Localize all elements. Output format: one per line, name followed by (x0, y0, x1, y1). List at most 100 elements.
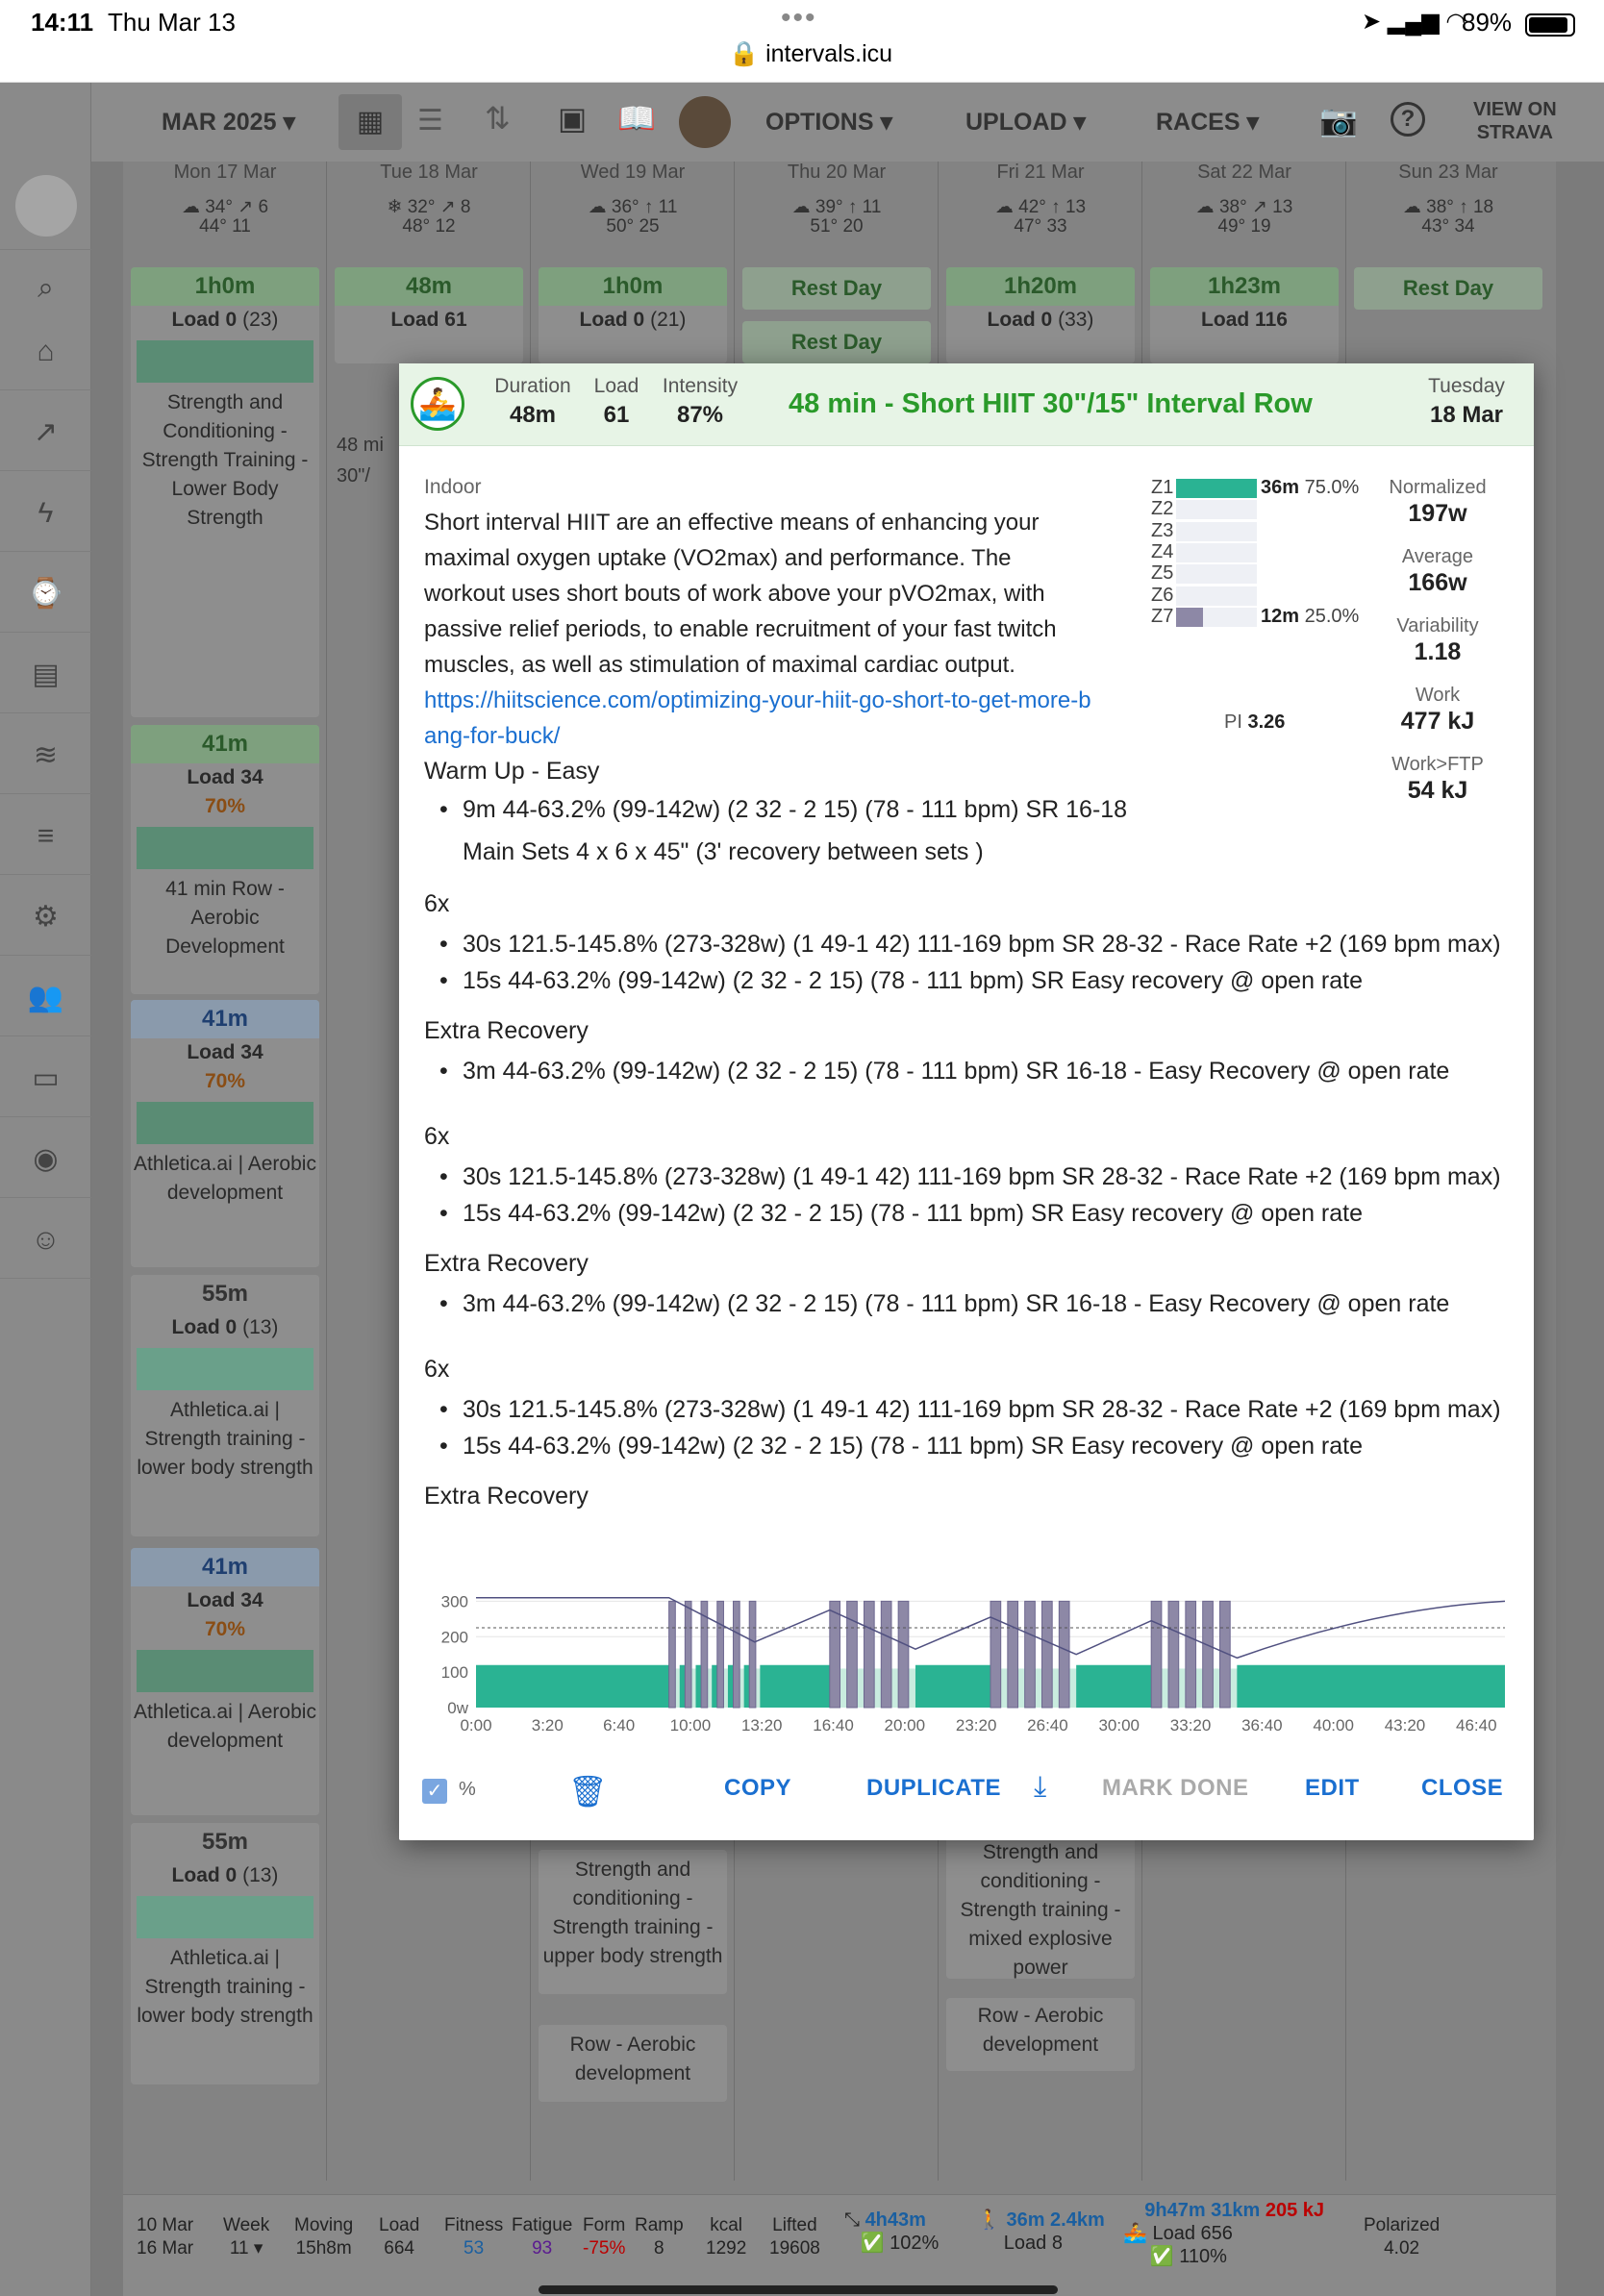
x-tick-label: 36:40 (1241, 1716, 1283, 1734)
chat-icon[interactable]: ▭ (0, 1040, 91, 1117)
y-tick-label: 0w (447, 1699, 468, 1717)
ramp-label: Ramp (635, 2215, 684, 2235)
month-selector[interactable]: MAR 2025 ▾ (162, 108, 295, 137)
upload-menu[interactable]: UPLOAD ▾ (965, 108, 1086, 137)
rest-day-badge[interactable]: Rest Day (1354, 267, 1542, 310)
list-search-icon[interactable]: ≡ (0, 798, 91, 875)
workout-card-selected[interactable]: 48m Load 61 (335, 267, 523, 363)
book-icon[interactable]: 📖 (617, 100, 656, 137)
help-icon[interactable]: ? (1391, 102, 1425, 137)
trend-icon[interactable]: ↗ (0, 394, 91, 471)
interval-bar (1058, 1600, 1070, 1709)
row-kj: 205 kJ (1265, 2200, 1325, 2221)
delete-icon[interactable]: 🗑 (568, 1773, 608, 1809)
zone-label: Z7 (1151, 605, 1174, 627)
workout-card[interactable]: Row - Aerobic development (946, 1998, 1135, 2071)
step-item: 3m 44-63.2% (99-142w) (2 32 - 2 15) (78 … (439, 1058, 1449, 1086)
workout-card[interactable]: 1h23m Load 116 (1150, 267, 1339, 363)
compare-icon[interactable]: ⇅ (485, 100, 511, 137)
card-load: Load 34 (187, 1041, 263, 1063)
workout-card[interactable]: 55m Load 0 (13) Athletica.ai | Strength … (131, 1275, 319, 1536)
summary-range-end: 16 Mar (137, 2238, 194, 2259)
percent-checkbox[interactable]: ✓ (422, 1779, 447, 1804)
weather-forecast: ☁ 36° ↑ 11 50° 25 (588, 197, 678, 237)
grid-view-icon[interactable]: ▦ (338, 94, 402, 150)
watch-icon[interactable]: ⌚ (0, 556, 91, 633)
workout-card[interactable]: 1h20m Load 0 (33) (946, 267, 1135, 363)
card-duration: 55m (131, 1823, 319, 1861)
workout-card[interactable]: Row - Aerobic development (539, 2025, 727, 2102)
options-menu[interactable]: OPTIONS ▾ (765, 108, 892, 137)
fatigue-value: 93 (532, 2238, 553, 2259)
x-tick-label: 33:20 (1170, 1716, 1212, 1734)
interval-bar (829, 1600, 841, 1709)
workout-card[interactable]: 1h0m Load 0 (21) (539, 267, 727, 363)
list-view-icon[interactable]: ☰ (417, 104, 443, 137)
workout-card[interactable]: 41m Load 34 70% Athletica.ai | Aerobic d… (131, 1000, 319, 1267)
clipped-card-text: 48 mi (337, 435, 384, 456)
copy-button[interactable]: COPY (724, 1775, 791, 1802)
face-icon[interactable]: ☺ (0, 1202, 91, 1279)
stat-value: 54 kJ (1407, 777, 1468, 804)
x-tick-label: 40:00 (1313, 1716, 1354, 1734)
rowing-icon: 🚣 (411, 377, 464, 431)
duration-value: 48m (509, 402, 557, 428)
ramp-value: 8 (654, 2238, 664, 2259)
x-tick-label: 46:40 (1456, 1716, 1497, 1734)
workout-card[interactable]: 55m Load 0 (13) Athletica.ai | Strength … (131, 1823, 319, 2084)
discord-icon[interactable]: ◉ (0, 1121, 91, 1198)
x-tick-label: 13:20 (741, 1716, 783, 1734)
description-link[interactable]: https://hiitscience.com/optimizing-your-… (424, 687, 1091, 749)
url-bar[interactable]: 🔒 intervals.icu (729, 40, 892, 68)
stat-label: Work>FTP (1391, 754, 1484, 775)
camera-icon[interactable]: 📷 (1319, 102, 1358, 138)
url-text: intervals.icu (765, 40, 893, 67)
download-icon[interactable]: ⤓ (1034, 1771, 1046, 1804)
workout-card[interactable]: 41m Load 34 70% 41 min Row - Aerobic Dev… (131, 725, 319, 994)
rest-day-badge[interactable]: Rest Day (742, 321, 931, 363)
home-icon[interactable]: ⌂ (0, 313, 91, 390)
status-time: 14:11 (31, 8, 94, 37)
card-extra: (13) (242, 1864, 279, 1886)
intensity-bars (137, 1348, 313, 1390)
workout-day: Tuesday (1428, 375, 1505, 397)
workout-card[interactable]: 1h0m Load 0 (23) Strength and Conditioni… (131, 267, 319, 717)
people-icon[interactable]: 👥 (0, 960, 91, 1036)
workout-card[interactable]: Strength and conditioning - Strength tra… (539, 1850, 727, 1994)
races-label: RACES (1156, 109, 1241, 136)
edit-button[interactable]: EDIT (1305, 1775, 1360, 1802)
weather-forecast: ☁ 38° ↗ 13 49° 19 (1195, 197, 1293, 237)
card-load: Load 0 (579, 309, 645, 331)
stat-label: Average (1401, 546, 1474, 567)
chart-icon[interactable]: ≋ (0, 717, 91, 794)
x-tick-label: 30:00 (1098, 1716, 1140, 1734)
x-tick-label: 0:00 (460, 1716, 491, 1734)
card-title: 41 min Row - Aerobic Development (165, 878, 285, 958)
duplicate-button[interactable]: DUPLICATE (866, 1775, 1001, 1802)
power-icon[interactable]: ϟ (0, 475, 91, 552)
more-dots-icon[interactable]: ••• (781, 2, 817, 35)
polarized-label: Polarized (1364, 2215, 1441, 2235)
user-avatar[interactable] (0, 162, 91, 250)
options-label: OPTIONS (765, 109, 874, 136)
workout-card[interactable]: 41m Load 34 70% Athletica.ai | Aerobic d… (131, 1548, 319, 1815)
rest-day-badge[interactable]: Rest Day (742, 267, 931, 310)
mark-done-button[interactable]: MARK DONE (1102, 1775, 1249, 1802)
mainsets-note: Main Sets 4 x 6 x 45" (3' recovery betwe… (463, 838, 984, 865)
intensity-bars (137, 1896, 313, 1938)
card-title: Strength and conditioning - Strength tra… (960, 1841, 1121, 1979)
day-header: Sun 23 Mar (1398, 162, 1498, 183)
card-intensity: 70% (204, 1070, 246, 1092)
x-tick-label: 3:20 (532, 1716, 564, 1734)
settings-icon[interactable]: ⚙ (0, 879, 91, 956)
close-button[interactable]: CLOSE (1421, 1775, 1503, 1802)
view-on-strava-link[interactable]: VIEW ON STRAVA (1473, 98, 1557, 144)
pi-label: PI (1224, 711, 1242, 733)
avatar[interactable] (679, 96, 731, 148)
races-menu[interactable]: RACES ▾ (1156, 108, 1259, 137)
calendar-add-icon[interactable]: ▣ (558, 100, 587, 137)
calendar-icon[interactable]: ▤ (0, 636, 91, 713)
workout-card[interactable]: Strength and conditioning - Strength tra… (946, 1834, 1135, 1979)
week-selector[interactable]: Week 11 ▾ (223, 2214, 269, 2260)
card-duration: 41m (131, 725, 319, 763)
